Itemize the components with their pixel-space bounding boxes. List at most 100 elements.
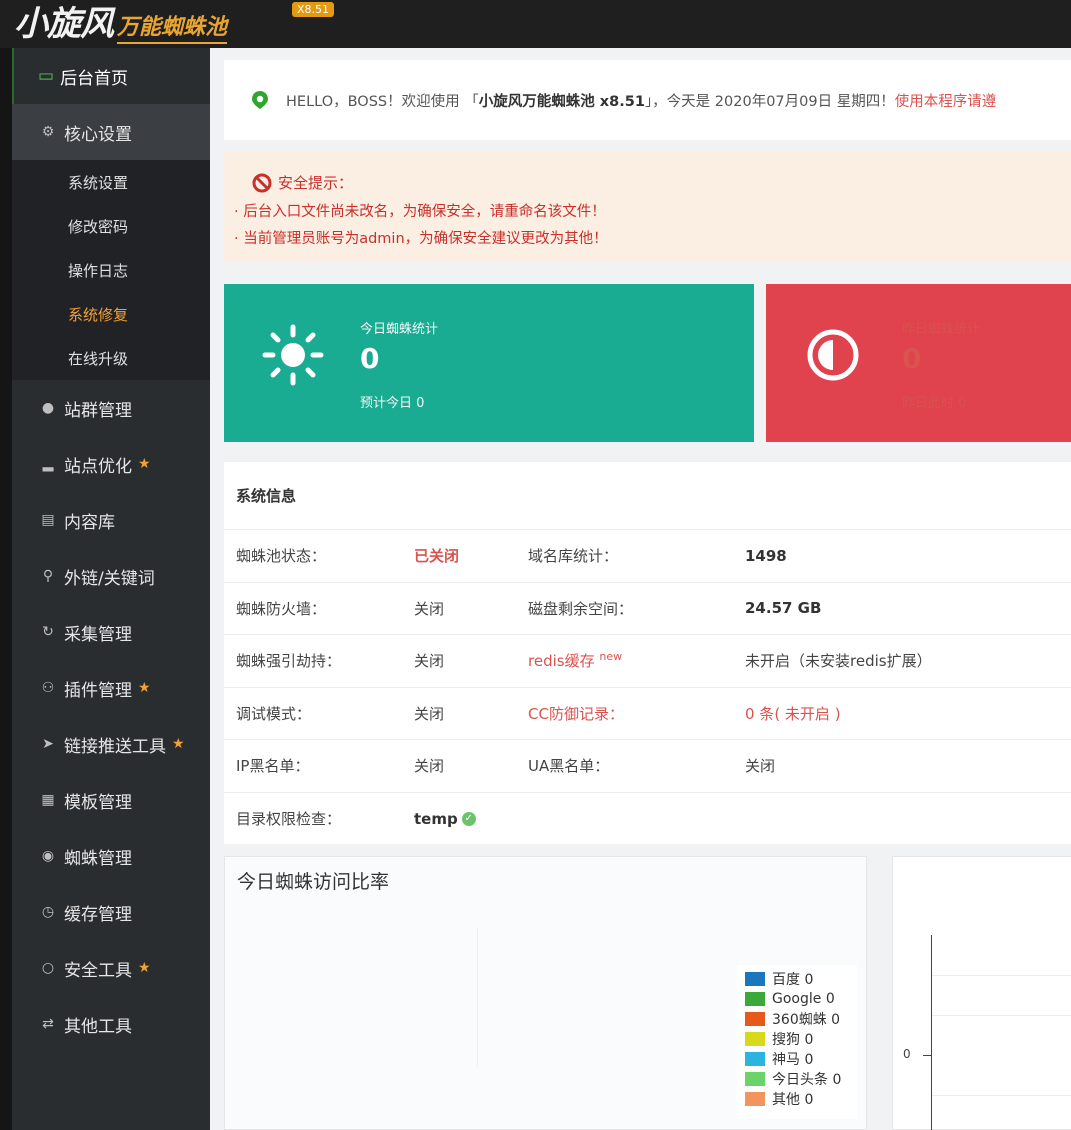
submenu-item-operation-log[interactable]: 操作日志 [12, 248, 210, 292]
top-bar: 小旋风 万能蜘蛛池 X8.51 [0, 0, 1071, 48]
legend-item[interactable]: 神马 0 [745, 1049, 857, 1069]
sidebar-item-security-tools[interactable]: ○ 安全工具 ★ [12, 940, 210, 996]
welcome-banner: HELLO，BOSS！欢迎使用 「小旋风万能蜘蛛池 x8.51 」，今天是 202… [224, 60, 1071, 140]
sidebar-item-link-push[interactable]: ➤ 链接推送工具 ★ [12, 716, 210, 772]
alert-title: 安全提示： [278, 174, 354, 192]
security-alert: 安全提示： · 后台入口文件尚未改名，为确保安全，请重命名该文件！ · 当前管理… [224, 152, 1071, 262]
sidebar-item-home[interactable]: ▭ 后台首页 [12, 48, 210, 104]
legend-label: 神马 0 [772, 1052, 814, 1068]
sidebar-item-site-optimize[interactable]: ▂ 站点优化 ★ [12, 436, 210, 492]
redis-cache-value: 未开启（未安装redis扩展） [745, 652, 932, 671]
redis-cache-label: redis缓存 [528, 652, 595, 671]
key-icon: ⚲ [42, 568, 54, 584]
card-value: 0 [902, 342, 922, 375]
document-icon: ▤ [41, 512, 55, 528]
legend-label: 百度 0 [772, 972, 814, 988]
logo-main-text: 小旋风 [14, 4, 114, 44]
ip-blacklist-label: IP黑名单： [236, 757, 310, 776]
disk-space-value: 24.57 GB [745, 599, 822, 618]
pin-icon: ★ [172, 736, 185, 752]
spider-ratio-panel: 今日蜘蛛访问比率 百度 0 Google 0 360蜘蛛 0 搜狗 0 神马 0… [224, 856, 867, 1130]
debug-mode-value: 关闭 [414, 704, 445, 723]
sidebar-item-site-group[interactable]: ● 站群管理 [12, 380, 210, 436]
product-name: 小旋风万能蜘蛛池 x8.51 [478, 93, 645, 110]
half-circle-icon [807, 329, 859, 381]
legend-label: 其他 0 [772, 1092, 814, 1108]
legend-item[interactable]: 360蜘蛛 0 [745, 1009, 857, 1029]
system-info-panel: 系统信息 蜘蛛池状态： 已关闭 域名库统计： 1498 蜘蛛防火墙： 关闭 磁盘… [224, 462, 1071, 844]
sidebar-item-content-library[interactable]: ▤ 内容库 [12, 492, 210, 548]
sidebar-item-templates[interactable]: ▦ 模板管理 [12, 772, 210, 828]
sidebar-item-label: 核心设置 [64, 124, 132, 145]
sidebar-item-plugins[interactable]: ⚇ 插件管理 ★ [12, 660, 210, 716]
y-tick [923, 1055, 931, 1056]
legend-swatch [745, 1052, 765, 1066]
grid-line [932, 1095, 1071, 1096]
domain-count-label: 域名库统计： [528, 547, 619, 566]
trend-chart-panel: 0 [892, 856, 1071, 1130]
legend-item[interactable]: Google 0 [745, 989, 857, 1009]
spider-pool-status-label: 蜘蛛池状态： [236, 547, 327, 566]
today-spider-card: 今日蜘蛛统计 0 预计今日 0 [224, 284, 754, 442]
redis-cache-link[interactable]: redis缓存 new [528, 650, 622, 671]
sidebar-item-spiders[interactable]: ◉ 蜘蛛管理 [12, 828, 210, 884]
hijack-value: 关闭 [414, 652, 445, 671]
android-icon: ◉ [41, 848, 55, 864]
ban-icon [252, 173, 272, 192]
legend-item[interactable]: 百度 0 [745, 969, 857, 989]
submenu-item-system-settings[interactable]: 系统设置 [12, 160, 210, 204]
divider [477, 927, 478, 1067]
table-row: 蜘蛛池状态： 已关闭 域名库统计： 1498 [224, 530, 1071, 583]
sidebar-item-label: 蜘蛛管理 [64, 848, 132, 869]
sidebar-item-label: 缓存管理 [64, 904, 132, 925]
logo[interactable]: 小旋风 万能蜘蛛池 [14, 4, 228, 44]
usage-notice-link[interactable]: 使用本程序请遵 [895, 90, 997, 111]
sidebar-item-label: 采集管理 [64, 624, 132, 645]
bar-chart-icon: ▂ [42, 456, 54, 472]
submenu-item-change-password[interactable]: 修改密码 [12, 204, 210, 248]
logo-sub-text: 万能蜘蛛池 [117, 12, 228, 44]
legend-item[interactable]: 其他 0 [745, 1089, 857, 1109]
ua-blacklist-label: UA黑名单： [528, 757, 610, 776]
card-subtext: 预计今日 0 [360, 396, 425, 411]
cc-defense-link[interactable]: CC防御记录： [528, 703, 624, 724]
firewall-label: 蜘蛛防火墙： [236, 599, 327, 618]
sidebar-item-label: 内容库 [64, 512, 115, 533]
sidebar-item-collect[interactable]: ↻ 采集管理 [12, 604, 210, 660]
grid-line [932, 1015, 1071, 1016]
table-row: 蜘蛛防火墙： 关闭 磁盘剩余空间： 24.57 GB [224, 583, 1071, 635]
dir-permission-label: 目录权限检查： [236, 810, 342, 829]
legend-label: 今日头条 0 [772, 1072, 842, 1088]
sidebar-item-cache[interactable]: ◷ 缓存管理 [12, 884, 210, 940]
sidebar-item-label: 安全工具 [64, 960, 132, 981]
y-axis [931, 935, 932, 1130]
pie-title: 今日蜘蛛访问比率 [237, 871, 390, 893]
grid-line [932, 975, 1071, 976]
user-icon: ● [41, 400, 55, 416]
alert-line: · 后台入口文件尚未改名，为确保安全，请重命名该文件！ [234, 204, 606, 220]
legend-item[interactable]: 今日头条 0 [745, 1069, 857, 1089]
legend-swatch [745, 972, 765, 986]
hijack-label: 蜘蛛强引劫持： [236, 652, 342, 671]
sidebar-item-label: 后台首页 [60, 68, 129, 89]
legend-swatch [745, 1072, 765, 1086]
sidebar-item-other-tools[interactable]: ⇄ 其他工具 [12, 996, 210, 1052]
sidebar-item-label: 链接推送工具 [64, 736, 166, 757]
table-row: 调试模式： 关闭 CC防御记录： 0 条( 未开启 ) [224, 688, 1071, 740]
sidebar-item-core-settings[interactable]: ⚙ 核心设置 [12, 104, 210, 160]
submenu-item-system-repair[interactable]: 系统修复 [12, 292, 210, 336]
firewall-value: 关闭 [414, 599, 445, 618]
pie-legend: 百度 0 Google 0 360蜘蛛 0 搜狗 0 神马 0 今日头条 0 其… [737, 965, 857, 1119]
legend-label: 搜狗 0 [772, 1032, 814, 1048]
temp-dir-name: temp [414, 809, 458, 828]
ip-blacklist-value: 关闭 [414, 757, 445, 776]
cc-count: 0 条 [745, 704, 775, 723]
submenu-item-online-upgrade[interactable]: 在线升级 [12, 336, 210, 380]
cc-defense-value: 0 条( 未开启 ) [745, 703, 841, 724]
sidebar-item-label: 其他工具 [64, 1016, 132, 1037]
legend-item[interactable]: 搜狗 0 [745, 1029, 857, 1049]
sidebar-item-links-keywords[interactable]: ⚲ 外链/关键词 [12, 548, 210, 604]
sidebar-item-label: 外链/关键词 [64, 568, 155, 589]
location-pin-icon [252, 91, 268, 109]
yesterday-spider-card: 昨日蜘蛛统计 0 昨日此时 0 [766, 284, 1071, 442]
